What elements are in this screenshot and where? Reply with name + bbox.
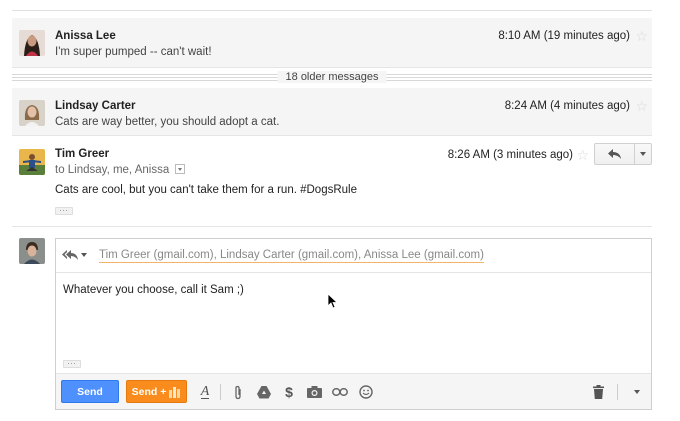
recipients-summary[interactable]: to Lindsay, me, Anissa (55, 163, 186, 176)
composer-toolbar: Send Send + A $ (56, 373, 651, 409)
message-snippet: Cats are way better, you should adopt a … (55, 116, 280, 128)
chevron-down-icon (639, 152, 646, 156)
avatar-anissa (19, 30, 45, 56)
mouse-cursor-icon (328, 294, 338, 309)
star-icon[interactable]: ☆ (576, 148, 589, 162)
message-time: 8:24 AM (4 minutes ago) (504, 100, 630, 112)
avatar-lindsay (19, 100, 45, 126)
text-format-icon[interactable]: A (196, 383, 214, 401)
message-time: 8:26 AM (3 minutes ago) (447, 149, 573, 161)
reply-all-icon (62, 250, 78, 260)
compose-body-input[interactable]: Whatever you choose, call it Sam ;) (63, 284, 244, 296)
show-quoted-text-button[interactable]: ... (63, 359, 81, 368)
more-actions-button[interactable] (634, 144, 651, 164)
trash-icon[interactable] (589, 383, 607, 401)
message-snippet: I'm super pumped -- can't wait! (55, 46, 212, 58)
message-body: Cats are cool, but you can't take them f… (55, 184, 357, 196)
avatar-me (19, 238, 45, 264)
sender-name: Lindsay Carter (55, 100, 136, 112)
more-options-button[interactable] (628, 383, 646, 401)
avatar-tim (19, 149, 45, 175)
send-button[interactable]: Send (61, 380, 119, 403)
star-icon[interactable]: ☆ (635, 29, 648, 43)
smiley-icon[interactable] (357, 383, 375, 401)
google-drive-icon[interactable] (255, 383, 273, 401)
sender-name: Tim Greer (55, 148, 110, 160)
recipients-text: to Lindsay, me, Anissa (55, 164, 170, 176)
message-time: 8:10 AM (19 minutes ago) (498, 30, 630, 42)
top-divider (12, 10, 652, 11)
paperclip-icon[interactable] (229, 383, 247, 401)
message-expanded-tim: Tim Greer to Lindsay, me, Anissa Cats ar… (12, 137, 652, 227)
link-icon[interactable] (331, 383, 349, 401)
older-messages-label[interactable]: 18 older messages (277, 71, 387, 83)
send-plus-logo-icon (169, 386, 181, 398)
recipients-dropdown-icon[interactable] (175, 163, 186, 174)
recipients-list: Tim Greer (gmail.com), Lindsay Carter (g… (99, 249, 484, 263)
email-thread: Anissa Lee I'm super pumped -- can't wai… (12, 0, 652, 421)
chevron-down-icon (634, 390, 640, 394)
composer-header: Tim Greer (gmail.com), Lindsay Carter (g… (56, 239, 651, 273)
show-trimmed-content-button[interactable]: ... (55, 206, 73, 215)
camera-icon[interactable] (305, 383, 323, 401)
message-collapsed-lindsay[interactable]: Lindsay Carter Cats are way better, you … (12, 88, 652, 136)
reply-type-selector[interactable] (62, 250, 87, 260)
reply-button[interactable] (595, 144, 635, 164)
reply-arrow-icon (608, 149, 621, 159)
dollar-icon[interactable]: $ (280, 383, 298, 401)
reply-composer: Tim Greer (gmail.com), Lindsay Carter (g… (55, 238, 652, 410)
send-plus-label: Send + (131, 385, 167, 398)
sender-name: Anissa Lee (55, 30, 116, 42)
recipients-field[interactable]: Tim Greer (gmail.com), Lindsay Carter (g… (99, 249, 484, 263)
reply-button-group (594, 143, 652, 165)
send-plus-button[interactable]: Send + (126, 380, 187, 403)
older-messages-bar[interactable]: 18 older messages (12, 69, 652, 87)
star-icon[interactable]: ☆ (635, 99, 648, 113)
chevron-down-icon (81, 253, 87, 257)
message-collapsed-anissa[interactable]: Anissa Lee I'm super pumped -- can't wai… (12, 18, 652, 68)
